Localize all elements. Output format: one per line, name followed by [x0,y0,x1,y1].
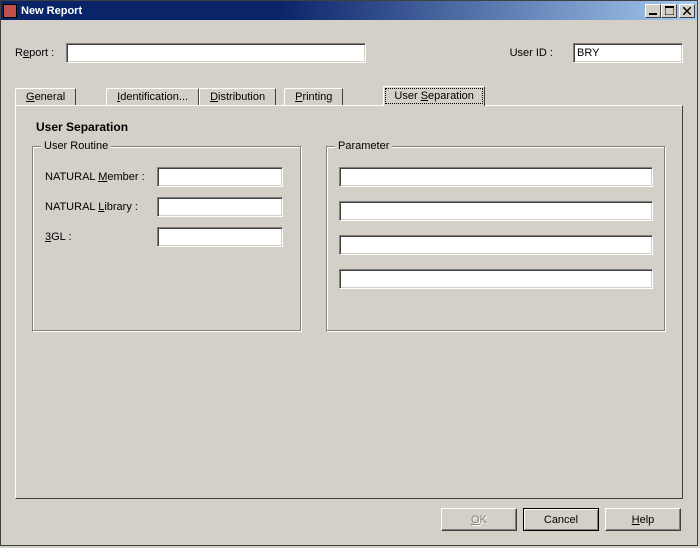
group-user-routine: User Routine NATURAL Member : NATURAL Li… [32,146,302,332]
natural-library-label: NATURAL Library : [45,201,157,213]
user-id-label: User ID : [510,47,553,59]
natural-library-input[interactable] [157,197,283,217]
top-row: Report : User ID : [15,42,683,64]
maximize-button[interactable] [661,4,677,18]
natural-member-input[interactable] [157,167,283,187]
parameter-input-2[interactable] [339,201,653,221]
report-label: Report : [15,47,54,59]
tab-printing[interactable]: Printing [284,88,343,106]
cancel-button[interactable]: Cancel [523,508,599,531]
ok-button: OK [441,508,517,531]
row-natural-member: NATURAL Member : [45,167,289,187]
window: New Report Report : User ID : General Id… [0,0,698,546]
app-icon [3,4,17,18]
group-container: User Routine NATURAL Member : NATURAL Li… [32,146,666,332]
group-parameter: Parameter [326,146,666,332]
tab-distribution[interactable]: Distribution [199,88,276,106]
help-button[interactable]: Help [605,508,681,531]
group-parameter-legend: Parameter [335,140,392,152]
titlebar: New Report [1,1,697,20]
row-3gl: 3GL : [45,227,289,247]
section-title: User Separation [36,120,666,134]
tab-bar: General Identification... Distribution P… [15,86,683,106]
close-button[interactable] [679,4,695,18]
client-area: Report : User ID : General Identificatio… [3,22,695,543]
tab-user-separation[interactable]: User Separation [383,86,485,106]
minimize-icon [649,7,657,15]
user-id-input[interactable] [573,43,683,63]
maximize-icon [665,6,674,15]
tab-panel: User Separation User Routine NATURAL Mem… [15,105,683,499]
window-title: New Report [21,5,645,17]
report-input[interactable] [66,43,366,63]
tab-general[interactable]: General [15,88,76,106]
parameter-input-1[interactable] [339,167,653,187]
parameter-input-4[interactable] [339,269,653,289]
row-natural-library: NATURAL Library : [45,197,289,217]
window-controls [645,4,695,18]
three-gl-input[interactable] [157,227,283,247]
parameter-input-3[interactable] [339,235,653,255]
tab-identification[interactable]: Identification... [106,88,199,106]
minimize-button[interactable] [645,4,661,18]
three-gl-label: 3GL : [45,231,157,243]
group-user-routine-legend: User Routine [41,140,111,152]
button-bar: OK Cancel Help [441,508,681,531]
natural-member-label: NATURAL Member : [45,171,157,183]
close-icon [683,7,691,15]
